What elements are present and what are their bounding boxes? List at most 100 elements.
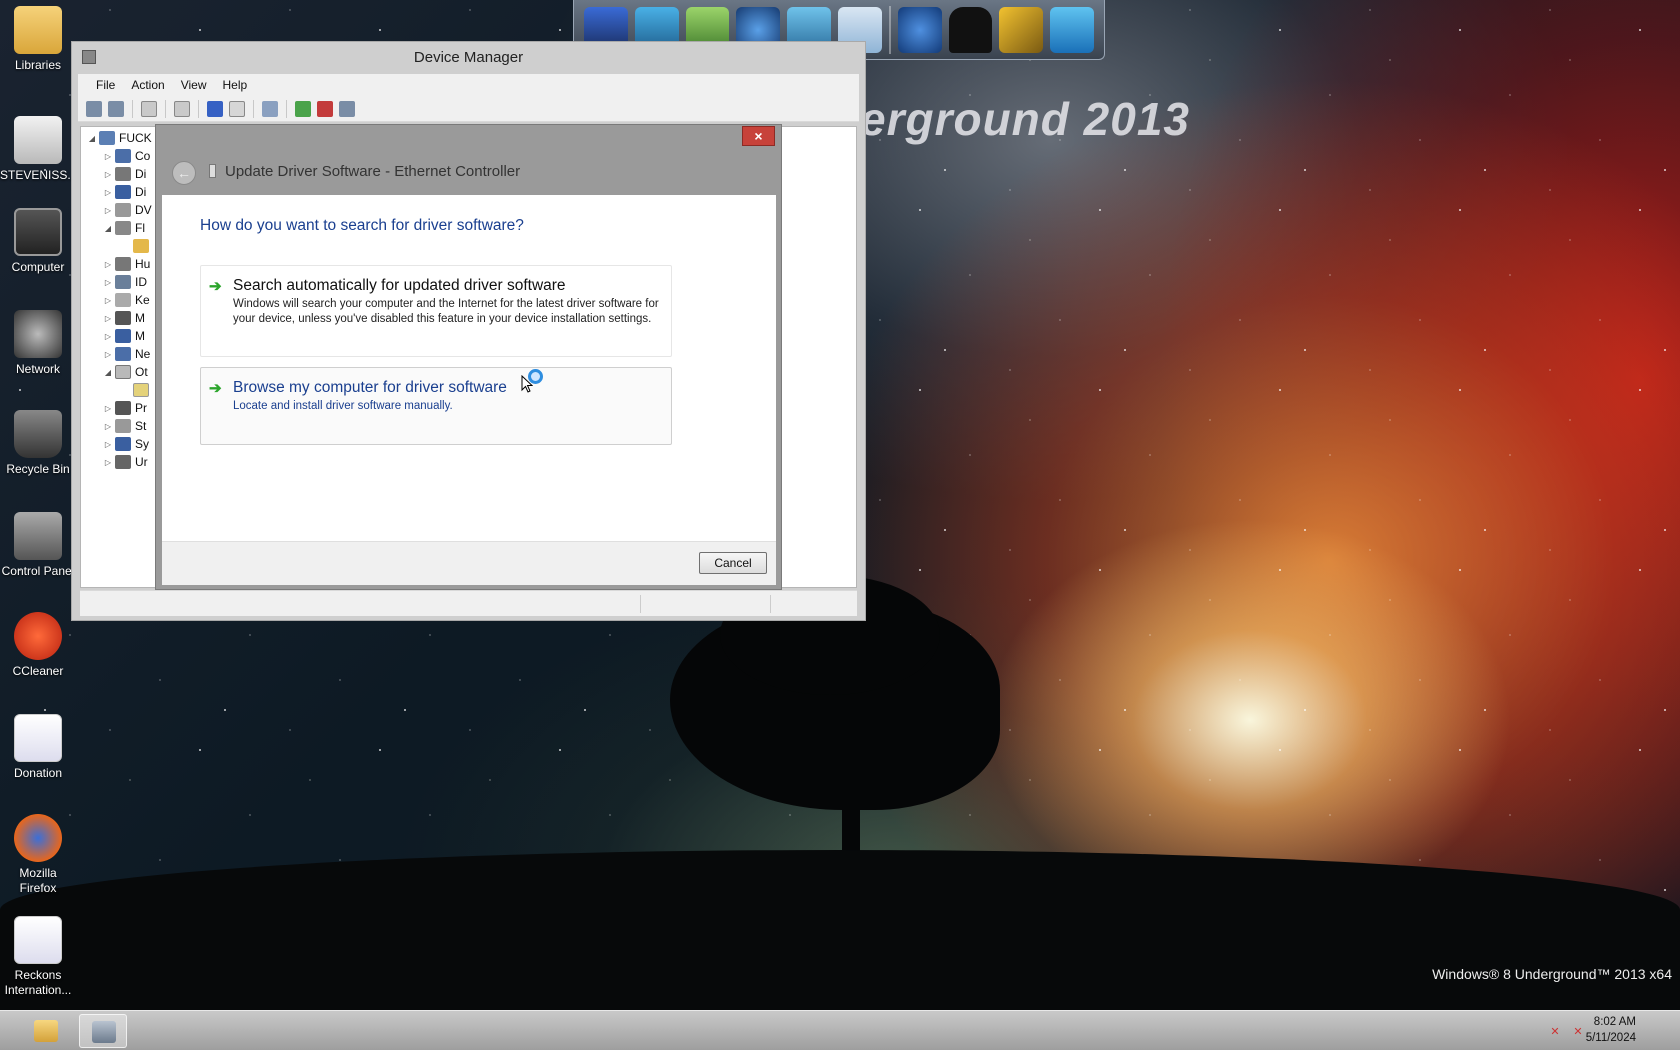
collapse-icon[interactable]: ◢ xyxy=(85,134,99,143)
expand-icon[interactable]: ▷ xyxy=(101,332,115,341)
tree-item[interactable]: ▷ Di xyxy=(101,165,146,183)
volume-muted-icon[interactable]: ✕ xyxy=(1570,1024,1586,1040)
update-driver-icon[interactable] xyxy=(295,100,311,117)
uninstall-icon[interactable] xyxy=(317,100,333,117)
cancel-button[interactable]: Cancel xyxy=(699,552,767,574)
browse-computer-option[interactable]: ➔ Browse my computer for driver software… xyxy=(200,367,672,445)
tree-item[interactable]: ▷ Di xyxy=(101,183,146,201)
dialog-body: How do you want to search for driver sof… xyxy=(162,195,776,541)
desktop-icon-donation[interactable]: Donation xyxy=(0,714,76,781)
expand-icon[interactable]: ▷ xyxy=(101,206,115,215)
dialog-header: ← Update Driver Software - Ethernet Cont… xyxy=(162,149,776,195)
console-icon[interactable] xyxy=(229,100,245,117)
expand-icon[interactable]: ▷ xyxy=(101,404,115,413)
tree-root[interactable]: ◢ FUCK xyxy=(85,129,152,147)
tools-icon[interactable] xyxy=(999,6,1044,53)
tree-item-label: Ur xyxy=(135,455,148,469)
desktop-icon-label: CCleaner xyxy=(12,664,64,678)
scan-hardware-icon[interactable] xyxy=(262,100,278,117)
tree-item[interactable]: ▷ M xyxy=(101,327,145,345)
toolbar-separator xyxy=(198,99,199,118)
expand-icon[interactable]: ▷ xyxy=(101,296,115,305)
expand-icon[interactable]: ▷ xyxy=(101,278,115,287)
desktop-icon-label: Control Panel xyxy=(1,564,75,578)
green-arrow-icon: ➔ xyxy=(209,278,222,295)
system-clock[interactable]: 8:02 AM 5/11/2024 xyxy=(1586,1014,1636,1046)
desktop-icon-ccleaner[interactable]: CCleaner xyxy=(0,612,76,679)
processor-icon xyxy=(115,401,131,415)
menu-file[interactable]: File xyxy=(88,74,123,96)
desktop-icon-label: Libraries xyxy=(14,58,62,72)
network-globe-icon[interactable] xyxy=(897,6,942,53)
status-bar xyxy=(80,590,857,616)
computer-icon xyxy=(99,131,115,145)
status-separator xyxy=(770,595,771,613)
device-category-icon xyxy=(115,257,131,271)
expand-icon[interactable]: ▷ xyxy=(101,152,115,161)
tree-item-label: Ne xyxy=(135,347,151,361)
network-disconnected-icon[interactable]: ✕ xyxy=(1547,1024,1563,1040)
desktop-icon-recycle-bin[interactable]: Recycle Bin xyxy=(0,410,76,477)
dialog-title: Update Driver Software - Ethernet Contro… xyxy=(225,163,521,180)
menu-view[interactable]: View xyxy=(173,74,215,96)
back-arrow-icon[interactable] xyxy=(86,100,102,117)
desktop-icon-reckons[interactable]: Reckons Internation... xyxy=(0,916,76,998)
tree-item[interactable]: ▷ St xyxy=(101,417,146,435)
update-driver-dialog: × ← Update Driver Software - Ethernet Co… xyxy=(155,124,782,590)
tree-item[interactable]: ▷ Pr xyxy=(101,399,147,417)
tree-item[interactable] xyxy=(133,381,153,399)
expand-icon[interactable]: ▷ xyxy=(101,260,115,269)
toolbar-separator xyxy=(253,99,254,118)
expand-icon[interactable]: ▷ xyxy=(101,188,115,197)
expand-icon[interactable]: ▷ xyxy=(101,350,115,359)
tree-item[interactable]: ▷ ID xyxy=(101,273,147,291)
tree-item[interactable]: ▷ Ke xyxy=(101,291,150,309)
desktop-icon-control-panel[interactable]: Control Panel xyxy=(0,512,76,579)
close-button[interactable]: × xyxy=(742,126,775,146)
dialog-footer: Cancel xyxy=(162,541,776,585)
recycle-bin-icon[interactable] xyxy=(1050,6,1095,53)
search-automatically-option[interactable]: ➔ Search automatically for updated drive… xyxy=(200,265,672,357)
tree-item[interactable]: ▷ DV xyxy=(101,201,152,219)
tree-item[interactable]: ◢ Fl xyxy=(101,219,145,237)
back-button[interactable]: ← xyxy=(172,161,196,185)
collapse-icon[interactable]: ◢ xyxy=(101,224,115,233)
desktop-icon-libraries[interactable]: Libraries xyxy=(0,6,76,73)
tree-item[interactable]: ▷ Ne xyxy=(101,345,150,363)
tshirt-icon[interactable] xyxy=(948,6,993,53)
busy-spinner-icon xyxy=(528,369,543,384)
desktop-icon-label: Computer xyxy=(11,260,65,274)
desktop-icon-computer[interactable]: Computer xyxy=(0,208,76,275)
expand-icon[interactable]: ▷ xyxy=(101,440,115,449)
tree-item[interactable]: ▷ Hu xyxy=(101,255,150,273)
expand-icon[interactable]: ▷ xyxy=(101,422,115,431)
disable-device-icon[interactable] xyxy=(339,100,355,117)
properties-icon[interactable] xyxy=(174,100,190,117)
collapse-icon[interactable]: ◢ xyxy=(101,368,115,377)
desktop-icon-user[interactable]: STEVENISS... xyxy=(0,116,77,183)
device-icon xyxy=(209,164,216,178)
network-adapter-icon xyxy=(115,347,131,361)
desktop-icon-firefox[interactable]: Mozilla Firefox xyxy=(0,814,76,896)
tree-item[interactable]: ▷ Ur xyxy=(101,453,148,471)
os-watermark: Windows® 8 Underground™ 2013 x64 xyxy=(1432,966,1672,982)
tree-item[interactable] xyxy=(133,237,153,255)
tree-item[interactable]: ▷ M xyxy=(101,309,145,327)
expand-icon[interactable]: ▷ xyxy=(101,314,115,323)
tree-item[interactable]: ◢ Ot xyxy=(101,363,148,381)
forward-arrow-icon[interactable] xyxy=(108,100,124,117)
taskbar-file-explorer[interactable] xyxy=(22,1014,70,1048)
tree-item[interactable]: ▷ Sy xyxy=(101,435,149,453)
taskbar-device-manager[interactable] xyxy=(79,1014,127,1048)
expand-icon[interactable]: ▷ xyxy=(101,170,115,179)
tree-item[interactable]: ▷ Co xyxy=(101,147,150,165)
menu-action[interactable]: Action xyxy=(123,74,172,96)
help-icon[interactable] xyxy=(207,100,223,117)
desktop-icon-label: Donation xyxy=(13,766,63,780)
desktop-icon-network[interactable]: Network xyxy=(0,310,76,377)
title-bar[interactable]: Device Manager xyxy=(72,42,865,74)
menu-help[interactable]: Help xyxy=(215,74,256,96)
expand-icon[interactable]: ▷ xyxy=(101,458,115,467)
show-hide-tree-icon[interactable] xyxy=(141,100,157,117)
option-title: Search automatically for updated driver … xyxy=(233,277,566,294)
